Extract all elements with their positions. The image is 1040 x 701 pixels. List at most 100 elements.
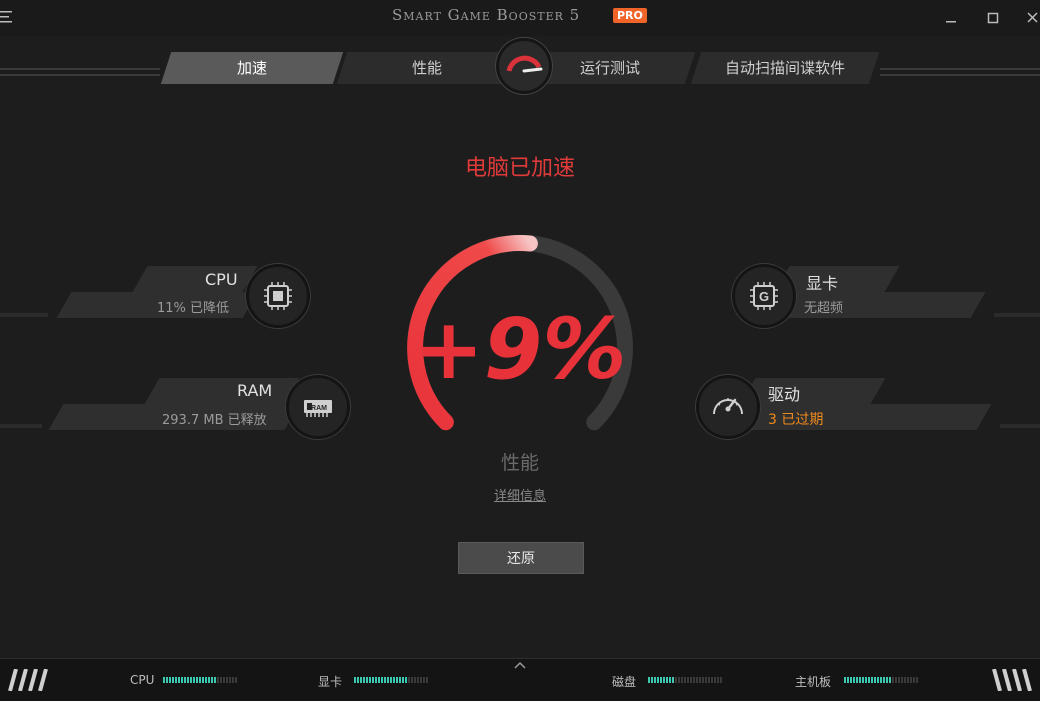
meter-segment xyxy=(687,677,689,683)
decorative-hatch-icon xyxy=(8,669,48,691)
meter-segment xyxy=(175,677,177,683)
meter-segment xyxy=(684,677,686,683)
close-icon xyxy=(1027,12,1038,23)
meter-segment xyxy=(211,677,213,683)
meter-segment xyxy=(916,677,918,683)
disk-usage-meter xyxy=(648,677,722,683)
tab-performance[interactable]: 性能 xyxy=(336,52,518,84)
meter-segment xyxy=(871,677,873,683)
meter-segment xyxy=(720,677,722,683)
meter-segment xyxy=(865,677,867,683)
meter-segment xyxy=(886,677,888,683)
edge-bar xyxy=(1000,424,1040,428)
maximize-button[interactable] xyxy=(982,8,1004,28)
meter-segment xyxy=(360,677,362,683)
meter-segment xyxy=(889,677,891,683)
meter-segment xyxy=(396,677,398,683)
motherboard-usage-meter xyxy=(844,677,918,683)
bottom-meter-label: 显卡 xyxy=(318,675,343,689)
meter-segment xyxy=(708,677,710,683)
tab-strip-divider xyxy=(880,68,1040,70)
meter-segment xyxy=(178,677,180,683)
bottom-meter-label: 磁盘 xyxy=(612,675,637,689)
close-button[interactable] xyxy=(1022,8,1040,28)
meter-segment xyxy=(423,677,425,683)
title-bar: Smart Game Booster 5 PRO xyxy=(0,0,1040,36)
meter-segment xyxy=(208,677,210,683)
meter-segment xyxy=(699,677,701,683)
gpu-usage-meter xyxy=(354,677,428,683)
meter-segment xyxy=(690,677,692,683)
meter-segment xyxy=(163,677,165,683)
cpu-status: 11% 已降低 xyxy=(157,301,230,316)
meter-segment xyxy=(877,677,879,683)
driver-label: 驱动 xyxy=(768,385,801,404)
driver-status[interactable]: 3 已过期 xyxy=(768,409,823,429)
meter-segment xyxy=(660,677,662,683)
minimize-icon xyxy=(946,21,956,23)
meter-segment xyxy=(651,677,653,683)
meter-segment xyxy=(853,677,855,683)
meter-segment xyxy=(711,677,713,683)
meter-segment xyxy=(384,677,386,683)
meter-segment xyxy=(402,677,404,683)
bottom-status-bar: CPU 显卡 磁盘 主机板 xyxy=(0,658,1040,701)
bottom-meter-label: 主机板 xyxy=(795,675,832,689)
meter-segment xyxy=(381,677,383,683)
meter-segment xyxy=(169,677,171,683)
meter-segment xyxy=(214,677,216,683)
meter-segment xyxy=(232,677,234,683)
meter-segment xyxy=(862,677,864,683)
speedometer-icon[interactable] xyxy=(696,375,760,439)
tab-label: 运行测试 xyxy=(579,59,640,77)
minimize-button[interactable] xyxy=(940,8,962,28)
maximize-icon xyxy=(987,12,999,24)
app-title: Smart Game Booster 5 xyxy=(392,6,581,24)
meter-segment xyxy=(678,677,680,683)
restore-button[interactable]: 还原 xyxy=(458,542,584,574)
meter-segment xyxy=(363,677,365,683)
details-link[interactable]: 详细信息 xyxy=(0,485,1040,504)
meter-segment xyxy=(372,677,374,683)
meter-segment xyxy=(666,677,668,683)
cpu-label-bg xyxy=(132,266,258,292)
tab-boost[interactable]: 加速 xyxy=(160,52,344,84)
meter-segment xyxy=(354,677,356,683)
gpu-chip-icon[interactable]: G xyxy=(732,264,796,328)
meter-segment xyxy=(166,677,168,683)
cpu-chip-icon[interactable] xyxy=(246,264,310,328)
meter-segment xyxy=(357,677,359,683)
svg-text:RAM: RAM xyxy=(311,405,327,412)
meter-segment xyxy=(375,677,377,683)
meter-segment xyxy=(901,677,903,683)
edge-bar xyxy=(994,313,1040,317)
cpu-label: CPU xyxy=(205,270,238,289)
meter-segment xyxy=(199,677,201,683)
meter-segment xyxy=(705,677,707,683)
meter-segment xyxy=(235,677,237,683)
meter-segment xyxy=(181,677,183,683)
ram-module-icon[interactable]: RAM xyxy=(286,375,350,439)
tab-label: 加速 xyxy=(236,59,267,77)
meter-segment xyxy=(717,677,719,683)
gpu-label: 显卡 xyxy=(806,274,839,293)
chevron-up-icon[interactable] xyxy=(512,659,528,671)
meter-segment xyxy=(907,677,909,683)
decorative-hatch-icon xyxy=(992,669,1032,691)
meter-segment xyxy=(856,677,858,683)
tab-strip-divider xyxy=(0,74,160,76)
meter-segment xyxy=(913,677,915,683)
meter-segment xyxy=(405,677,407,683)
meter-segment xyxy=(187,677,189,683)
hamburger-menu-icon[interactable] xyxy=(0,10,14,24)
meter-segment xyxy=(172,677,174,683)
meter-segment xyxy=(714,677,716,683)
tab-spyware-scan[interactable]: 自动扫描间谍软件 xyxy=(690,52,880,84)
boost-gauge: +9% xyxy=(407,234,633,431)
meter-segment xyxy=(366,677,368,683)
meter-segment xyxy=(702,677,704,683)
meter-segment xyxy=(417,677,419,683)
bottom-meter-label: CPU xyxy=(130,673,155,687)
ram-label-bg xyxy=(144,378,300,404)
meter-segment xyxy=(229,677,231,683)
